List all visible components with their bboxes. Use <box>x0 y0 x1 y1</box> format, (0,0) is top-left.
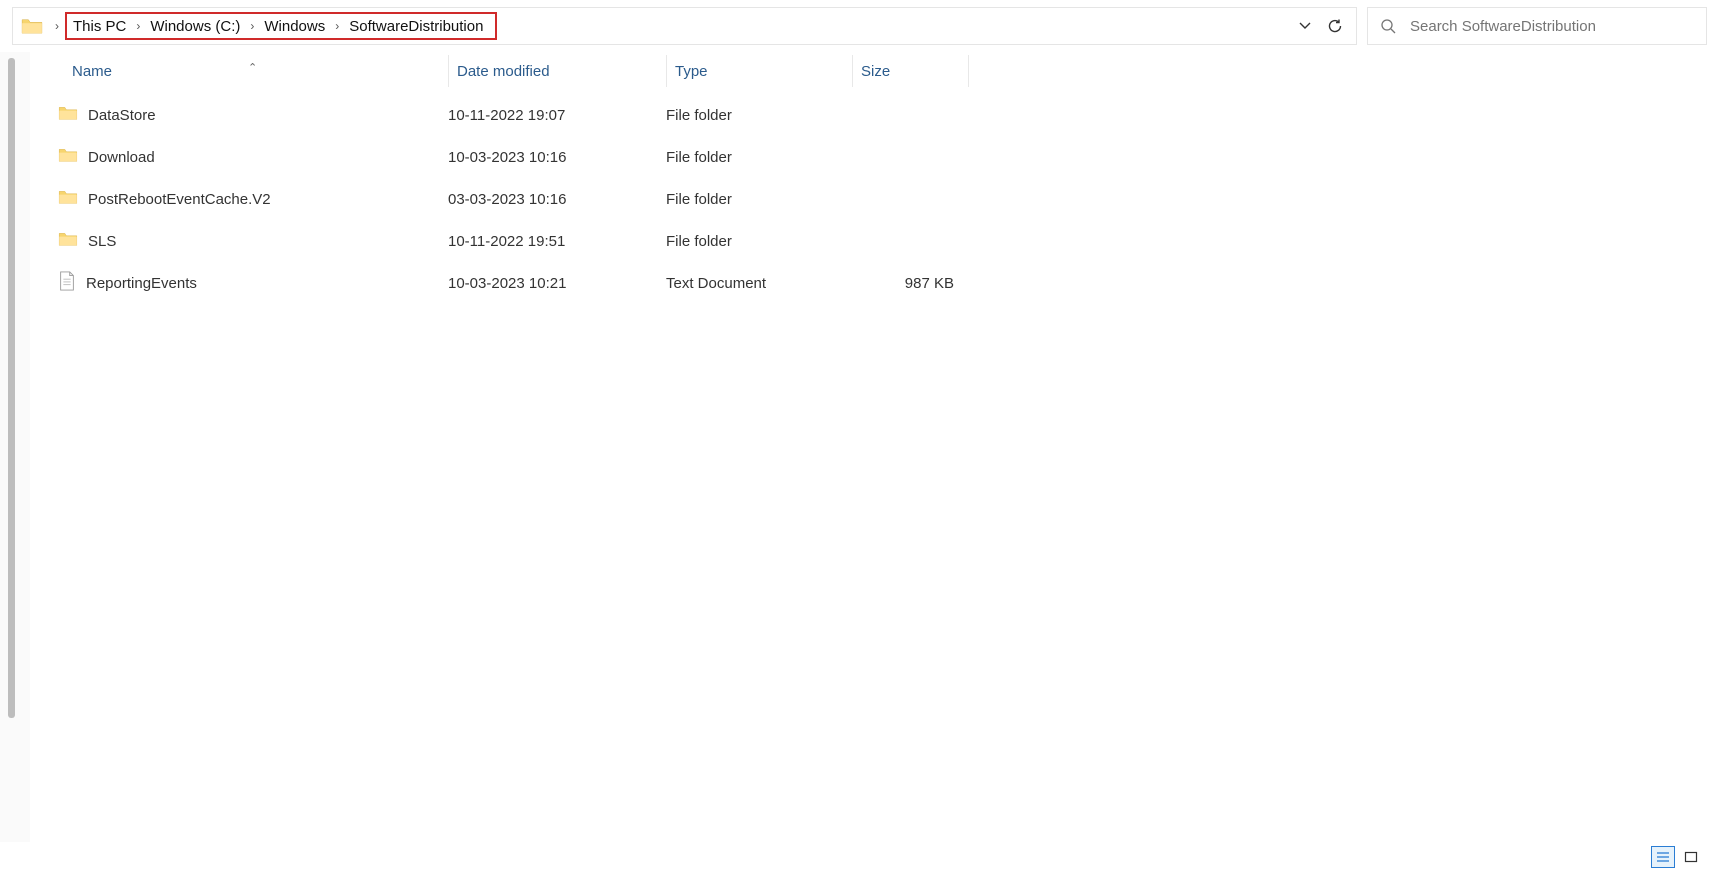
folder-icon <box>21 17 43 35</box>
cell-date: 10-03-2023 10:21 <box>448 275 666 292</box>
view-toggle-bar <box>1651 846 1703 868</box>
column-headers: ⌃ Name Date modified Type Size <box>58 52 1717 90</box>
scrollbar-thumb[interactable] <box>8 58 15 718</box>
file-name: ReportingEvents <box>86 275 197 292</box>
folder-icon <box>58 105 78 125</box>
file-name: PostRebootEventCache.V2 <box>88 191 271 208</box>
column-header-size[interactable]: Size <box>852 55 968 87</box>
file-row[interactable]: SLS 10-11-2022 19:51File folder <box>58 220 1717 262</box>
file-row[interactable]: DataStore 10-11-2022 19:07File folder <box>58 94 1717 136</box>
search-input[interactable] <box>1410 18 1694 35</box>
file-list-pane: ⌃ Name Date modified Type Size DataStore… <box>30 52 1717 842</box>
column-header-label: Name <box>72 63 112 80</box>
file-name: SLS <box>88 233 116 250</box>
column-header-label: Size <box>861 63 890 80</box>
folder-icon <box>58 147 78 167</box>
large-icons-view-button[interactable] <box>1679 846 1703 868</box>
cell-name: SLS <box>58 231 448 251</box>
chevron-right-icon: › <box>130 19 146 33</box>
column-header-name[interactable]: ⌃ Name <box>58 63 448 80</box>
breadcrumb-item[interactable]: Windows <box>262 18 327 35</box>
column-header-type[interactable]: Type <box>666 55 852 87</box>
refresh-button[interactable] <box>1320 11 1350 41</box>
cell-date: 03-03-2023 10:16 <box>448 191 666 208</box>
column-divider <box>968 55 969 87</box>
cell-name: ReportingEvents <box>58 271 448 295</box>
cell-date: 10-03-2023 10:16 <box>448 149 666 166</box>
file-name: Download <box>88 149 155 166</box>
history-dropdown-button[interactable] <box>1290 11 1320 41</box>
column-header-label: Type <box>675 63 708 80</box>
file-row[interactable]: Download 10-03-2023 10:16File folder <box>58 136 1717 178</box>
file-row[interactable]: PostRebootEventCache.V2 03-03-2023 10:16F… <box>58 178 1717 220</box>
cell-name: DataStore <box>58 105 448 125</box>
address-bar[interactable]: › This PC › Windows (C:) › Windows › Sof… <box>12 7 1357 45</box>
cell-type: File folder <box>666 107 852 124</box>
folder-icon <box>58 189 78 209</box>
sort-ascending-icon: ⌃ <box>248 61 257 74</box>
cell-date: 10-11-2022 19:51 <box>448 233 666 250</box>
nav-sidebar <box>0 52 30 842</box>
cell-type: Text Document <box>666 275 852 292</box>
cell-type: File folder <box>666 191 852 208</box>
top-bar: › This PC › Windows (C:) › Windows › Sof… <box>0 0 1717 52</box>
chevron-right-icon: › <box>244 19 260 33</box>
file-rows: DataStore10-11-2022 19:07File folderDown… <box>58 90 1717 304</box>
column-header-date[interactable]: Date modified <box>448 55 666 87</box>
breadcrumb-item[interactable]: Windows (C:) <box>148 18 242 35</box>
file-name: DataStore <box>88 107 156 124</box>
cell-type: File folder <box>666 149 852 166</box>
chevron-right-icon: › <box>49 19 65 33</box>
chevron-right-icon: › <box>329 19 345 33</box>
file-icon <box>58 271 76 295</box>
cell-type: File folder <box>666 233 852 250</box>
search-box[interactable] <box>1367 7 1707 45</box>
breadcrumb-item[interactable]: This PC <box>71 18 128 35</box>
search-icon <box>1380 18 1396 34</box>
breadcrumb-item[interactable]: SoftwareDistribution <box>347 18 485 35</box>
details-view-button[interactable] <box>1651 846 1675 868</box>
breadcrumb: This PC › Windows (C:) › Windows › Softw… <box>65 12 497 40</box>
cell-date: 10-11-2022 19:07 <box>448 107 666 124</box>
refresh-icon <box>1327 18 1343 34</box>
column-header-label: Date modified <box>457 63 550 80</box>
chevron-down-icon <box>1298 19 1312 33</box>
cell-size: 987 KB <box>852 275 968 292</box>
folder-icon <box>58 231 78 251</box>
cell-name: Download <box>58 147 448 167</box>
file-row[interactable]: ReportingEvents 10-03-2023 10:21Text Docu… <box>58 262 1717 304</box>
large-icons-view-icon <box>1684 851 1698 863</box>
details-view-icon <box>1656 851 1670 863</box>
main-area: ⌃ Name Date modified Type Size DataStore… <box>0 52 1717 842</box>
cell-name: PostRebootEventCache.V2 <box>58 189 448 209</box>
